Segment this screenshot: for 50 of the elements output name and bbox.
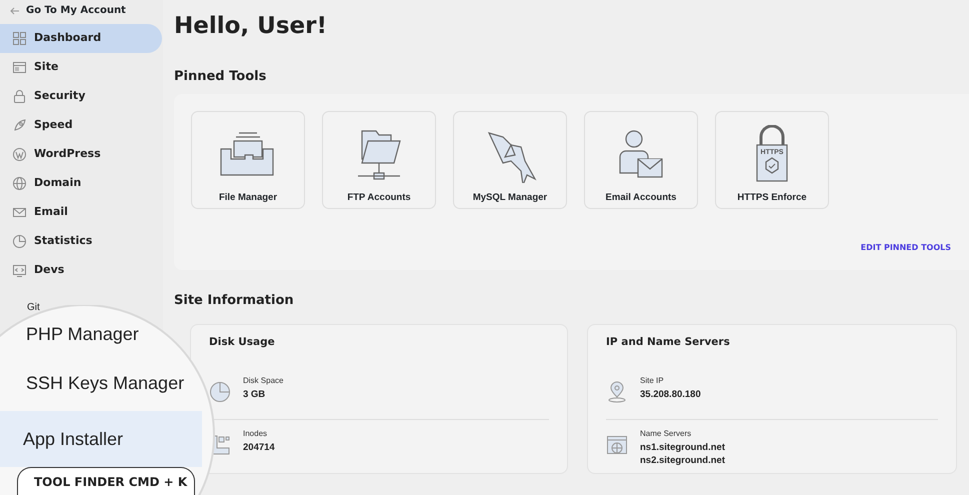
back-link[interactable]: Go To My Account — [0, 0, 163, 24]
sidebar-item[interactable]: Dashboard — [0, 24, 162, 53]
code-icon — [13, 265, 26, 277]
sidebar-item[interactable]: Site — [0, 53, 163, 82]
info-value: 35.208.80.180 — [640, 389, 701, 402]
info-value: 3 GB — [243, 389, 266, 402]
info-label: Disk Space — [243, 375, 284, 388]
grid-icon — [13, 32, 26, 45]
info-label: Name Servers — [640, 428, 692, 440]
lock-icon — [14, 90, 25, 103]
sidebar-item[interactable]: Speed — [0, 111, 163, 140]
tool-tile[interactable]: FTP Accounts — [322, 110, 436, 209]
mail-icon — [13, 208, 26, 217]
sidebar-item[interactable]: Email — [0, 198, 163, 227]
browser-globe-icon — [607, 436, 627, 454]
sidebar-item[interactable]: WordPress — [0, 140, 163, 169]
folder-network-icon — [358, 130, 401, 180]
sidebar-item[interactable]: Devs — [0, 256, 163, 285]
person-envelope-icon — [619, 130, 663, 178]
edit-pinned-tools-link[interactable]: EDIT PINNED TOOLS — [860, 242, 951, 254]
tool-finder-button[interactable]: TOOL FINDER CMD + K — [17, 467, 195, 495]
sidebar-item[interactable]: Domain — [0, 169, 163, 198]
section-heading: Site Information — [174, 292, 295, 308]
info-label: Inodes — [243, 428, 268, 440]
pie-chart-icon — [13, 235, 26, 248]
card-title: IP and Name Servers — [606, 335, 731, 350]
info-value: ns1.siteground.net — [640, 442, 725, 456]
sidebar-subitem[interactable]: App Installer — [0, 411, 202, 467]
tool-tile[interactable]: File Manager — [191, 110, 305, 209]
inbox-tray-icon — [220, 132, 274, 176]
info-label: Site IP — [640, 375, 665, 388]
sidebar-subitem[interactable]: PHP Manager — [26, 323, 139, 345]
page-heading: Hello, User! — [174, 14, 328, 40]
pie-chart-icon — [210, 382, 230, 402]
wordpress-icon — [13, 148, 26, 161]
info-value: 204714 — [243, 442, 275, 456]
tool-tile[interactable]: MySQL Manager — [453, 110, 567, 209]
sidebar-item[interactable]: Statistics — [0, 227, 163, 256]
card-title: Disk Usage — [209, 335, 276, 350]
tool-tile[interactable]: Email Accounts — [584, 110, 698, 209]
padlock-icon — [756, 124, 788, 182]
info-value: ns2.siteground.net — [640, 455, 725, 468]
map-pin-icon — [608, 382, 626, 403]
section-heading: Pinned Tools — [174, 69, 268, 85]
sidebar-subitem[interactable]: Git — [27, 302, 40, 314]
layout-icon — [13, 62, 26, 73]
back-arrow-icon — [10, 7, 20, 14]
globe-icon — [13, 177, 26, 190]
sidebar-subitem[interactable]: SSH Keys Manager — [26, 372, 184, 394]
sidebar-item[interactable]: Security — [0, 82, 163, 111]
